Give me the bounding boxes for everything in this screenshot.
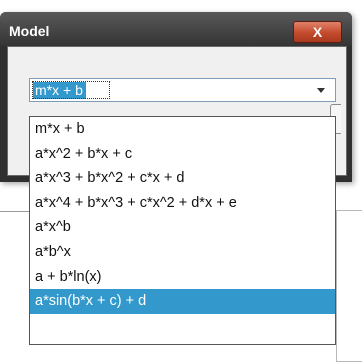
model-option[interactable]: m*x + b <box>30 117 335 142</box>
model-option-selected[interactable]: a*sin(b*x + c) + d <box>30 289 335 314</box>
dialog-titlebar: Model X <box>0 12 352 46</box>
dialog-title: Model <box>9 23 50 39</box>
close-icon: X <box>312 24 323 40</box>
model-option[interactable]: a*x^2 + b*x + c <box>30 142 335 167</box>
model-option[interactable]: a*x^4 + b*x^3 + c*x^2 + d*x + e <box>30 191 335 216</box>
focus-ring <box>32 81 110 99</box>
model-option[interactable]: a + b*ln(x) <box>30 265 335 290</box>
background-divider <box>0 211 29 212</box>
background-panel <box>336 210 362 362</box>
chevron-down-icon[interactable] <box>317 88 325 93</box>
close-button[interactable]: X <box>293 21 342 43</box>
model-select[interactable]: m*x + b <box>29 78 336 102</box>
model-option[interactable]: a*x^3 + b*x^2 + c*x + d <box>30 166 335 191</box>
model-option[interactable]: a*b^x <box>30 240 335 265</box>
model-option[interactable]: a*x^b <box>30 215 335 240</box>
model-options-list: m*x + b a*x^2 + b*x + c a*x^3 + b*x^2 + … <box>29 116 336 345</box>
